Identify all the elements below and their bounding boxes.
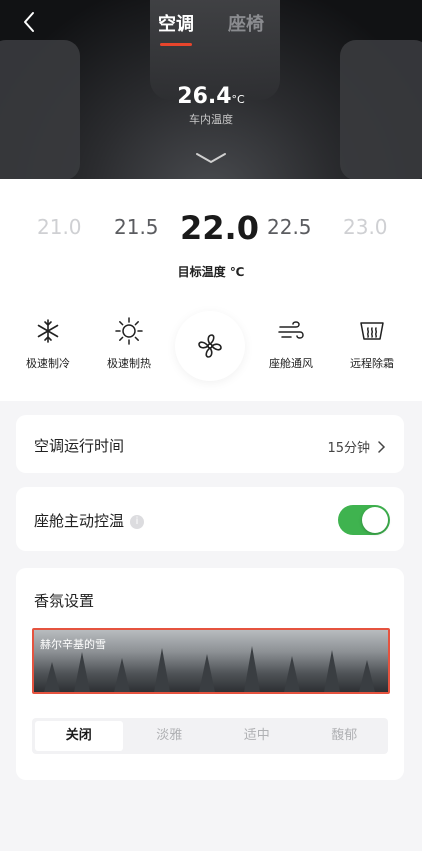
- scent-name: 赫尔辛基的雪: [40, 638, 106, 651]
- ac-runtime-value: 15分钟: [327, 441, 370, 456]
- scent-level-light[interactable]: 淡雅: [126, 718, 214, 754]
- fast-heat-button[interactable]: 极速制热: [94, 313, 164, 371]
- target-temp-label: 目标温度 ℃: [177, 265, 245, 279]
- scent-intensity-selector: 关闭 淡雅 适中 馥郁: [32, 718, 388, 754]
- tree-shape: [154, 648, 170, 692]
- tree-shape: [199, 654, 215, 692]
- fast-heat-label: 极速制热: [107, 357, 151, 370]
- fan-button[interactable]: [175, 311, 245, 381]
- scent-settings-card: 香氛设置 赫尔辛基的雪 关闭 淡雅 适中 馥郁: [16, 568, 404, 780]
- cabin-temp-control-title-wrap: 座舱主动控温 i: [34, 510, 145, 531]
- scent-settings-title: 香氛设置: [34, 592, 95, 610]
- scent-level-medium[interactable]: 适中: [213, 718, 301, 754]
- ac-runtime-title: 空调运行时间: [34, 437, 125, 455]
- header-hero: 空调 座椅 26.4°C 车内温度: [0, 0, 422, 179]
- snowflake-icon: [37, 319, 59, 343]
- tree-shape: [114, 658, 130, 692]
- tab-ac[interactable]: 空调: [158, 10, 194, 46]
- temp-option[interactable]: 22.5: [267, 215, 312, 239]
- mode-row: 极速制冷 极速制热 座舱通风 远程除霜: [0, 311, 422, 403]
- temperature-selector: 21.0 21.5 22.0 22.5 23.0: [0, 209, 422, 255]
- tree-shape: [244, 646, 260, 692]
- temp-option[interactable]: 21.5: [114, 215, 159, 239]
- cabin-ventilation-label: 座舱通风: [269, 357, 313, 370]
- fast-cool-label: 极速制冷: [26, 357, 70, 370]
- toggle-knob: [362, 507, 388, 533]
- temp-option-selected[interactable]: 22.0: [180, 209, 259, 247]
- cabin-temp-control-row: 座舱主动控温 i: [16, 487, 404, 551]
- expand-button[interactable]: [191, 148, 231, 168]
- inside-temp-unit: °C: [231, 93, 245, 106]
- remote-defrost-button[interactable]: 远程除霜: [337, 313, 407, 371]
- tree-shape: [284, 656, 300, 692]
- ac-runtime-row[interactable]: 空调运行时间 15分钟: [16, 415, 404, 473]
- cabin-temp-control-title: 座舱主动控温: [34, 512, 125, 530]
- scent-level-off[interactable]: 关闭: [35, 721, 123, 751]
- ac-runtime-value-wrap: 15分钟: [327, 437, 386, 456]
- tab-bar: 空调 座椅: [0, 10, 422, 46]
- tab-seat[interactable]: 座椅: [228, 10, 264, 44]
- fast-cool-button[interactable]: 极速制冷: [13, 313, 83, 371]
- chevron-down-icon: [196, 153, 226, 164]
- chevron-right-icon: [378, 440, 386, 453]
- tree-shape: [359, 660, 375, 692]
- temp-option[interactable]: 21.0: [37, 215, 82, 239]
- remote-defrost-label: 远程除霜: [350, 357, 394, 370]
- scent-selection-image[interactable]: 赫尔辛基的雪: [32, 628, 390, 694]
- main-content: 21.0 21.5 22.0 22.5 23.0 目标温度 ℃ 极速制冷 极速制…: [0, 179, 422, 851]
- sun-icon: [115, 317, 143, 345]
- tree-shape: [44, 662, 60, 692]
- inside-temperature: 26.4°C 车内温度: [0, 84, 422, 127]
- tree-shape: [324, 650, 340, 692]
- scent-level-rich[interactable]: 馥郁: [301, 718, 389, 754]
- fan-icon: [198, 334, 222, 358]
- cabin-temp-toggle[interactable]: [338, 505, 390, 535]
- inside-temp-value: 26.4: [177, 84, 232, 109]
- cabin-ventilation-button[interactable]: 座舱通风: [256, 313, 326, 371]
- inside-temp-label: 车内温度: [189, 113, 233, 126]
- temp-option[interactable]: 23.0: [343, 215, 388, 239]
- tree-shape: [74, 652, 90, 692]
- wind-icon: [278, 321, 304, 339]
- defrost-icon: [360, 322, 384, 340]
- info-icon[interactable]: i: [130, 514, 145, 529]
